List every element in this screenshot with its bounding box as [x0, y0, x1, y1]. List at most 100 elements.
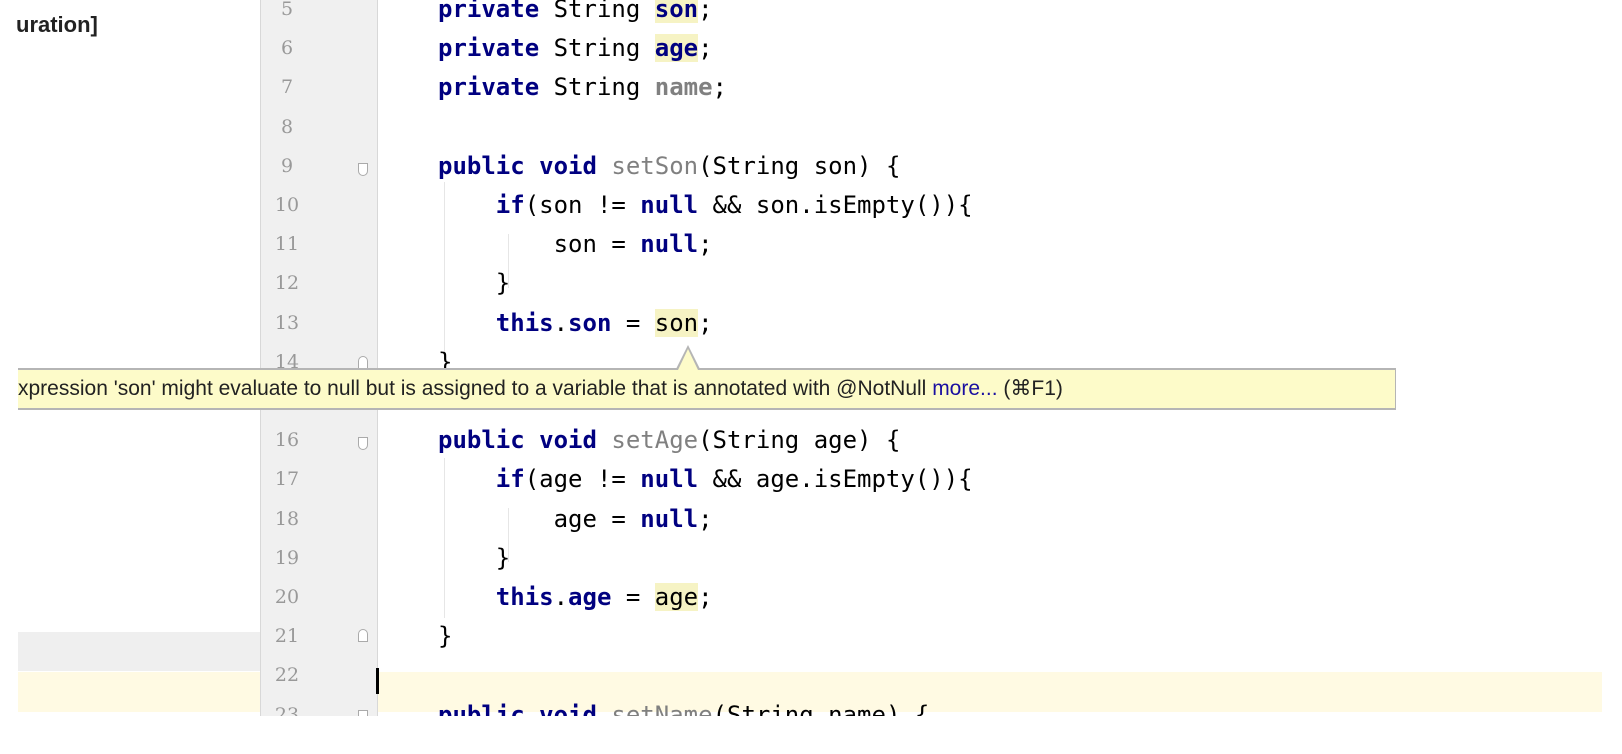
code-token: String [539, 0, 655, 23]
code-token: private [438, 34, 540, 63]
code-token: . [553, 308, 569, 337]
text-caret [376, 668, 379, 694]
code-text: private String son; [438, 0, 713, 29]
code-text: } [438, 264, 510, 303]
line-number: 6 [280, 37, 294, 60]
code-text: if(son != null && son.isEmpty()){ [438, 186, 973, 225]
code-line[interactable]: 11 son = null; [0, 225, 1622, 264]
code-token: if [495, 465, 525, 494]
fold-collapse-icon[interactable] [358, 437, 368, 450]
code-token: ; [698, 308, 713, 337]
code-line[interactable]: 16 public void setAge(String age) { [0, 421, 1622, 460]
code-line[interactable]: 5 private String son; [0, 0, 1622, 29]
code-token: private [438, 0, 540, 23]
code-token: age [654, 583, 699, 611]
tooltip-more-link[interactable]: more... [932, 377, 997, 400]
code-line[interactable]: 18 age = null; [0, 500, 1622, 539]
line-number: 18 [274, 507, 300, 530]
code-token: son [568, 308, 612, 337]
code-text: son = null; [438, 225, 713, 264]
line-number: 12 [274, 272, 300, 295]
code-line[interactable]: 10 if(son != null && son.isEmpty()){ [0, 186, 1622, 225]
code-token: name [654, 73, 713, 102]
code-token: ; [698, 583, 713, 611]
code-token: null [640, 230, 699, 259]
code-token: String [539, 34, 655, 63]
code-line[interactable]: 17 if(age != null && age.isEmpty()){ [0, 460, 1622, 499]
fold-collapse-icon[interactable] [358, 710, 368, 716]
code-text: if(age != null && age.isEmpty()){ [438, 460, 973, 499]
code-token: ; [712, 73, 727, 102]
line-number: 21 [274, 625, 300, 648]
code-line[interactable]: 21} [0, 617, 1622, 656]
code-line[interactable]: 7 private String name; [0, 68, 1622, 107]
code-token: && age.isEmpty()){ [698, 465, 973, 494]
code-token: ; [698, 34, 713, 63]
code-line[interactable]: 12 } [0, 264, 1622, 303]
line-number: 16 [274, 429, 300, 452]
code-token: son = [438, 230, 641, 259]
line-number: 10 [274, 194, 300, 216]
line-number: 9 [280, 154, 294, 177]
code-text: public void setName(String name) { [438, 696, 929, 716]
line-number: 22 [274, 664, 300, 687]
line-number: 8 [280, 115, 294, 138]
code-line[interactable]: 22 [0, 656, 1622, 695]
code-token: this [495, 308, 554, 337]
code-token: age [654, 34, 699, 63]
code-line[interactable]: 9 public void setSon(String son) { [0, 147, 1622, 186]
code-token: setAge [611, 426, 699, 455]
code-text: private String age; [438, 29, 713, 68]
code-token: = [611, 308, 655, 337]
tooltip-shortcut: (⌘F1) [997, 377, 1063, 400]
code-text: this.son = son; [438, 304, 713, 343]
code-token: setSon [611, 151, 699, 180]
code-line[interactable]: 6 private String age; [0, 29, 1622, 68]
line-number: 7 [280, 76, 294, 99]
code-token: ; [698, 0, 713, 23]
code-token: null [640, 465, 699, 494]
code-token: (son != [524, 191, 641, 219]
code-token: ; [698, 230, 713, 259]
code-token: son [654, 308, 699, 337]
code-token: (String age) { [698, 426, 901, 455]
code-token: public void [438, 700, 597, 716]
code-token: public void [438, 426, 597, 455]
code-token: setName [611, 700, 713, 716]
code-token: null [640, 191, 699, 219]
code-token: this [495, 583, 554, 611]
code-text: age = null; [438, 500, 713, 539]
line-number: 20 [274, 586, 300, 608]
line-number: 19 [274, 546, 300, 569]
code-token: } [438, 622, 453, 651]
code-line[interactable]: 23 public void setName(String name) { [0, 696, 1622, 716]
code-token: = [611, 583, 655, 611]
code-token: public void [438, 151, 597, 180]
code-editor[interactable]: 5 private String son; 6 private String age;… [0, 0, 1622, 716]
fold-collapse-icon[interactable] [358, 163, 368, 176]
code-token: son [654, 0, 699, 23]
tooltip-message: xpression 'son' might evaluate to null b… [18, 377, 933, 400]
code-text: this.age = age; [438, 578, 713, 617]
code-line[interactable]: 19 } [0, 539, 1622, 578]
code-token: age = [438, 504, 641, 533]
code-text: } [438, 539, 510, 578]
code-token: ; [698, 504, 713, 533]
code-token: . [553, 583, 569, 611]
code-line[interactable]: 20 this.age = age; [0, 578, 1622, 617]
code-token: } [438, 543, 511, 572]
code-text: private String name; [438, 68, 727, 107]
code-token: && son.isEmpty()){ [698, 191, 973, 219]
code-line[interactable]: 8 [0, 108, 1622, 147]
fold-end-icon[interactable] [358, 629, 368, 642]
code-token: (age != [524, 465, 641, 494]
line-number: 11 [274, 233, 300, 256]
code-line[interactable]: 13 this.son = son; [0, 304, 1622, 343]
tooltip-pointer-fill [678, 349, 698, 370]
